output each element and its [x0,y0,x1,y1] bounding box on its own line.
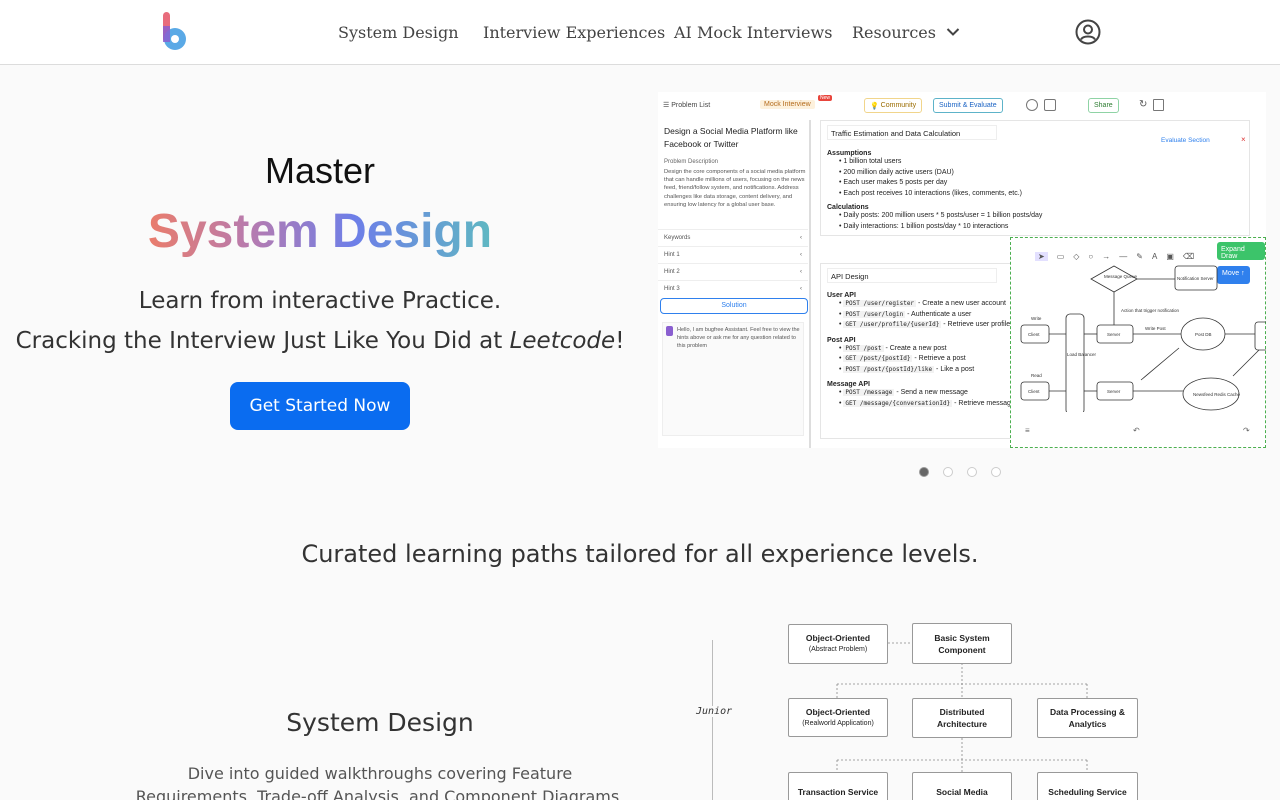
carousel-dots [919,467,1001,477]
list-item: • Daily interactions: 1 billion posts/da… [839,222,1009,230]
app-preview: ☰ Problem List Mock Interview New 💡 Comm… [658,92,1266,448]
nav-resources[interactable]: Resources [852,0,960,64]
line-tool-icon[interactable]: — [1119,252,1127,261]
chevron-down-icon [946,27,960,37]
arrow-tool-icon[interactable]: → [1102,252,1110,261]
diagram-label: Read [1031,373,1042,378]
api-section-title[interactable]: API Design [827,268,997,283]
diagram-label: Client [1028,389,1040,394]
hero-subtitle-2: Cracking the Interview Just Like You Did… [15,328,625,354]
solution-button[interactable]: Solution [660,298,808,314]
traffic-section: Traffic Estimation and Data Calculation … [820,120,1250,236]
list-item: • Each post receives 10 interactions (li… [839,189,1022,197]
refresh-icon[interactable]: ↻ [1139,99,1147,110]
hint-3-row[interactable]: Hint 3 ‹ [658,280,808,297]
assistant-chat: Hello, I am bugfree Assistant. Feel free… [662,322,804,436]
assumptions-heading: Assumptions [827,150,872,157]
diagram-label: Load Balancer [1067,352,1097,357]
path-node[interactable]: Basic System Component [912,623,1012,664]
path-node[interactable]: Data Processing & Analytics [1037,698,1138,738]
problem-sidebar: Design a Social Media Platform like Face… [658,120,811,448]
nav-interview-experiences[interactable]: Interview Experiences [483,0,665,64]
hint-2-row[interactable]: Hint 2 ‹ [658,263,808,280]
eraser-tool-icon[interactable]: ⌫ [1183,252,1194,261]
traffic-section-title[interactable]: Traffic Estimation and Data Calculation [827,125,997,140]
problem-list-link[interactable]: ☰ Problem List [663,101,710,109]
keywords-row[interactable]: Keywords ‹ [658,229,808,246]
bugfree-logo[interactable] [161,12,187,52]
evaluate-section-link[interactable]: Evaluate Section [1161,137,1210,144]
redo-icon[interactable]: ↷ [1243,426,1250,435]
mock-interview-button[interactable]: Mock Interview [760,100,815,109]
architecture-sketch: Write Client Read Client Server Server L… [1020,265,1266,412]
hint-1-row[interactable]: Hint 1 ‹ [658,246,808,263]
user-circle-icon[interactable] [1075,19,1101,45]
assumption-list: • 1 billion total users • 200 million da… [827,157,1243,199]
carousel-dot[interactable] [991,467,1001,477]
section-title: System Design [286,708,474,737]
calculations-heading: Calculations [827,204,869,211]
diamond-tool-icon[interactable]: ◇ [1073,252,1079,261]
learning-path-diagram: Junior Object-Oriented (Abstract Problem)… [690,612,1170,800]
submit-evaluate-button[interactable]: Submit & Evaluate [933,98,1003,113]
diagram-label: Action that trigger notification [1121,308,1180,313]
assistant-message: Hello, I am bugfree Assistant. Feel free… [677,327,800,349]
hero-master-text: Master [264,150,376,191]
diagram-label: Newsfeed Redis Cache [1193,392,1241,397]
path-node[interactable]: Distributed Architecture [912,698,1012,738]
community-button[interactable]: 💡 Community [864,98,923,113]
close-icon[interactable]: × [1241,135,1246,144]
assistant-avatar-icon [666,326,673,336]
share-button[interactable]: Share [1088,98,1119,113]
diagram-label: Write [1031,316,1042,321]
path-node[interactable]: Scheduling Service [1037,772,1138,800]
drawing-canvas[interactable]: ➤ ▭ ◇ ○ → — ✎ A ▣ ⌫ Expand Draw Move ↑ W… [1010,237,1266,448]
note-icon[interactable] [1044,99,1056,111]
history-icon[interactable] [1026,99,1038,111]
text-tool-icon[interactable]: A [1152,252,1157,261]
new-badge: New [818,95,833,101]
calc-list: • Daily posts: 200 million users * 5 pos… [827,211,1243,232]
path-node[interactable]: Transaction Service [788,772,888,800]
nav-system-design[interactable]: System Design [338,0,459,64]
diagram-label: Notification Server [1177,276,1214,281]
diagram-label: Post DB [1195,332,1212,337]
section-description: Dive into guided walkthroughs covering F… [135,764,625,800]
carousel-dot[interactable] [919,467,929,477]
path-node[interactable]: Object-Oriented (Realworld Application) [788,698,888,737]
list-item: • Daily posts: 200 million users * 5 pos… [839,212,1043,219]
problem-title: Design a Social Media Platform like Face… [664,126,798,149]
undo-icon[interactable]: ↶ [1133,426,1140,435]
carousel-dot[interactable] [967,467,977,477]
menu-icon[interactable]: ≡ [1025,426,1030,435]
diagram-label: Server [1107,389,1121,394]
list-item: • Each user makes 5 posts per day [839,179,948,186]
get-started-button[interactable]: Get Started Now [230,382,410,430]
pencil-tool-icon[interactable]: ✎ [1136,252,1143,261]
hero-title: System Design [147,205,493,258]
select-tool-icon[interactable]: ➤ [1035,251,1048,261]
image-tool-icon[interactable]: ▣ [1166,252,1174,261]
list-item: • 1 billion total users [839,158,902,165]
problem-description: Design the core components of a social m… [664,169,806,208]
clipboard-icon[interactable] [1153,99,1164,111]
path-node[interactable]: Social Media [912,772,1012,800]
rectangle-tool-icon[interactable]: ▭ [1057,252,1065,261]
diagram-label: Server [1107,332,1121,337]
site-header: System Design Interview Experiences AI M… [0,0,1280,65]
diagram-label: Write Post [1145,326,1166,331]
learning-paths-headline: Curated learning paths tailored for all … [301,540,979,568]
expand-draw-button[interactable]: Expand Draw [1217,242,1265,260]
carousel-dot[interactable] [943,467,953,477]
list-item: • 200 million daily active users (DAU) [839,168,954,176]
hero-subtitle-1: Learn from interactive Practice. [138,288,502,314]
preview-toolbar: ☰ Problem List Mock Interview New 💡 Comm… [658,92,1266,120]
diagram-label: Message Queue [1104,274,1138,279]
ellipse-tool-icon[interactable]: ○ [1088,252,1093,261]
diagram-label: Client [1028,332,1040,337]
path-node[interactable]: Object-Oriented (Abstract Problem) [788,624,888,664]
nav-ai-mock-interviews[interactable]: AI Mock Interviews [674,0,832,64]
